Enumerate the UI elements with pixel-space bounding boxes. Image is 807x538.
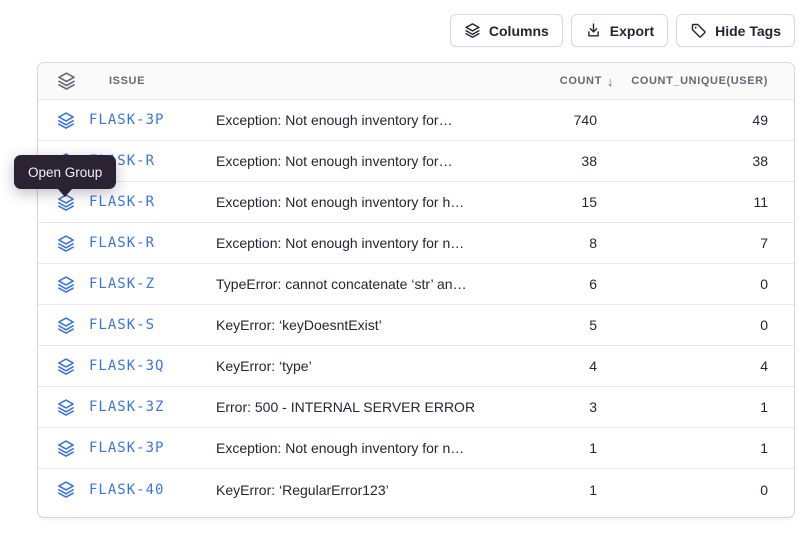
count-value: 38: [504, 153, 614, 169]
layers-icon: [56, 398, 76, 417]
issue-link[interactable]: FLASK-Z: [89, 276, 216, 292]
table-row[interactable]: FLASK-S KeyError: ‘keyDoesntExist’ 5 0: [38, 305, 794, 346]
issue-title: KeyError: ‘RegularError123’: [216, 482, 504, 498]
issue-link[interactable]: FLASK-R: [89, 235, 216, 251]
table-row[interactable]: FLASK-R Exception: Not enough inventory …: [38, 223, 794, 264]
column-header-count[interactable]: COUNT ↓: [504, 74, 614, 89]
issue-column-icon-wrap: [56, 71, 89, 91]
count-unique-header-label: COUNT_UNIQUE(USER): [631, 75, 768, 87]
count-value: 3: [504, 399, 614, 415]
issue-title: KeyError: ‘keyDoesntExist’: [216, 317, 504, 333]
table-row[interactable]: FLASK-3P Exception: Not enough inventory…: [38, 100, 794, 141]
hide-tags-button-label: Hide Tags: [715, 23, 781, 39]
export-button[interactable]: Export: [571, 14, 668, 47]
count-unique-value: 11: [614, 194, 768, 210]
count-unique-value: 7: [614, 235, 768, 251]
count-unique-value: 0: [614, 317, 768, 333]
issue-link[interactable]: FLASK-3P: [89, 112, 216, 128]
page: Columns Export Hide Tags ISSUE COUNT ↓ C…: [0, 0, 807, 538]
issue-title: Error: 500 - INTERNAL SERVER ERROR: [216, 399, 504, 415]
issue-link[interactable]: FLASK-3Z: [89, 399, 216, 415]
issue-title: Exception: Not enough inventory for n…: [216, 235, 504, 251]
export-button-label: Export: [610, 23, 654, 39]
table-row[interactable]: FLASK-3P Exception: Not enough inventory…: [38, 428, 794, 469]
issue-link[interactable]: FLASK-R: [89, 194, 216, 210]
count-value: 5: [504, 317, 614, 333]
layers-icon: [56, 234, 76, 253]
table-row[interactable]: FLASK-3Q KeyError: ‘type’ 4 4: [38, 346, 794, 387]
toolbar: Columns Export Hide Tags: [450, 14, 795, 47]
open-group-button[interactable]: [56, 234, 89, 253]
layers-icon: [56, 71, 77, 91]
open-group-button[interactable]: [56, 275, 89, 294]
count-header-label: COUNT: [560, 75, 602, 87]
count-unique-value: 0: [614, 482, 768, 498]
layers-icon: [56, 111, 76, 130]
column-header-issue[interactable]: ISSUE: [89, 75, 216, 87]
layers-icon: [56, 439, 76, 458]
count-value: 4: [504, 358, 614, 374]
open-group-button[interactable]: [56, 439, 89, 458]
layers-icon: [56, 316, 76, 335]
table-row[interactable]: FLASK-R Exception: Not enough inventory …: [38, 182, 794, 223]
count-unique-value: 49: [614, 112, 768, 128]
open-group-button[interactable]: [56, 357, 89, 376]
open-group-button[interactable]: [56, 111, 89, 130]
open-group-button[interactable]: [56, 480, 89, 499]
issue-title: Exception: Not enough inventory for n…: [216, 440, 504, 456]
issue-title: Exception: Not enough inventory for…: [216, 112, 504, 128]
count-unique-value: 4: [614, 358, 768, 374]
table-row[interactable]: FLASK-40 KeyError: ‘RegularError123’ 1 0: [38, 469, 794, 510]
count-unique-value: 1: [614, 440, 768, 456]
download-icon: [585, 22, 602, 39]
open-group-tooltip: Open Group: [14, 155, 116, 189]
hide-tags-button[interactable]: Hide Tags: [676, 14, 795, 47]
table-row[interactable]: FLASK-3Z Error: 500 - INTERNAL SERVER ER…: [38, 387, 794, 428]
layers-icon: [56, 357, 76, 376]
table-row[interactable]: FLASK-R Exception: Not enough inventory …: [38, 141, 794, 182]
tag-icon: [690, 22, 707, 39]
sort-desc-icon: ↓: [607, 74, 614, 89]
count-value: 6: [504, 276, 614, 292]
columns-button-label: Columns: [489, 23, 549, 39]
count-value: 1: [504, 482, 614, 498]
issue-title: Exception: Not enough inventory for…: [216, 153, 504, 169]
issue-title: KeyError: ‘type’: [216, 358, 504, 374]
table-body: FLASK-3P Exception: Not enough inventory…: [38, 100, 794, 517]
count-unique-value: 1: [614, 399, 768, 415]
open-group-button[interactable]: [56, 316, 89, 335]
layers-icon: [56, 480, 76, 499]
count-value: 15: [504, 194, 614, 210]
issue-link[interactable]: FLASK-3P: [89, 440, 216, 456]
open-group-tooltip-label: Open Group: [28, 165, 102, 180]
count-value: 8: [504, 235, 614, 251]
issues-table: ISSUE COUNT ↓ COUNT_UNIQUE(USER) FLASK-3…: [37, 62, 795, 518]
count-value: 1: [504, 440, 614, 456]
issue-link[interactable]: FLASK-40: [89, 482, 216, 498]
issue-title: TypeError: cannot concatenate ‘str’ an…: [216, 276, 504, 292]
layers-icon: [56, 275, 76, 294]
issue-link[interactable]: FLASK-S: [89, 317, 216, 333]
columns-button[interactable]: Columns: [450, 14, 563, 47]
column-header-count-unique[interactable]: COUNT_UNIQUE(USER): [614, 75, 768, 87]
count-value: 740: [504, 112, 614, 128]
layers-icon: [464, 22, 481, 39]
table-row[interactable]: FLASK-Z TypeError: cannot concatenate ‘s…: [38, 264, 794, 305]
table-header: ISSUE COUNT ↓ COUNT_UNIQUE(USER): [38, 63, 794, 100]
count-unique-value: 0: [614, 276, 768, 292]
count-unique-value: 38: [614, 153, 768, 169]
issue-link[interactable]: FLASK-3Q: [89, 358, 216, 374]
tooltip-caret-icon: [58, 189, 72, 197]
issue-title: Exception: Not enough inventory for h…: [216, 194, 504, 210]
open-group-button[interactable]: [56, 398, 89, 417]
